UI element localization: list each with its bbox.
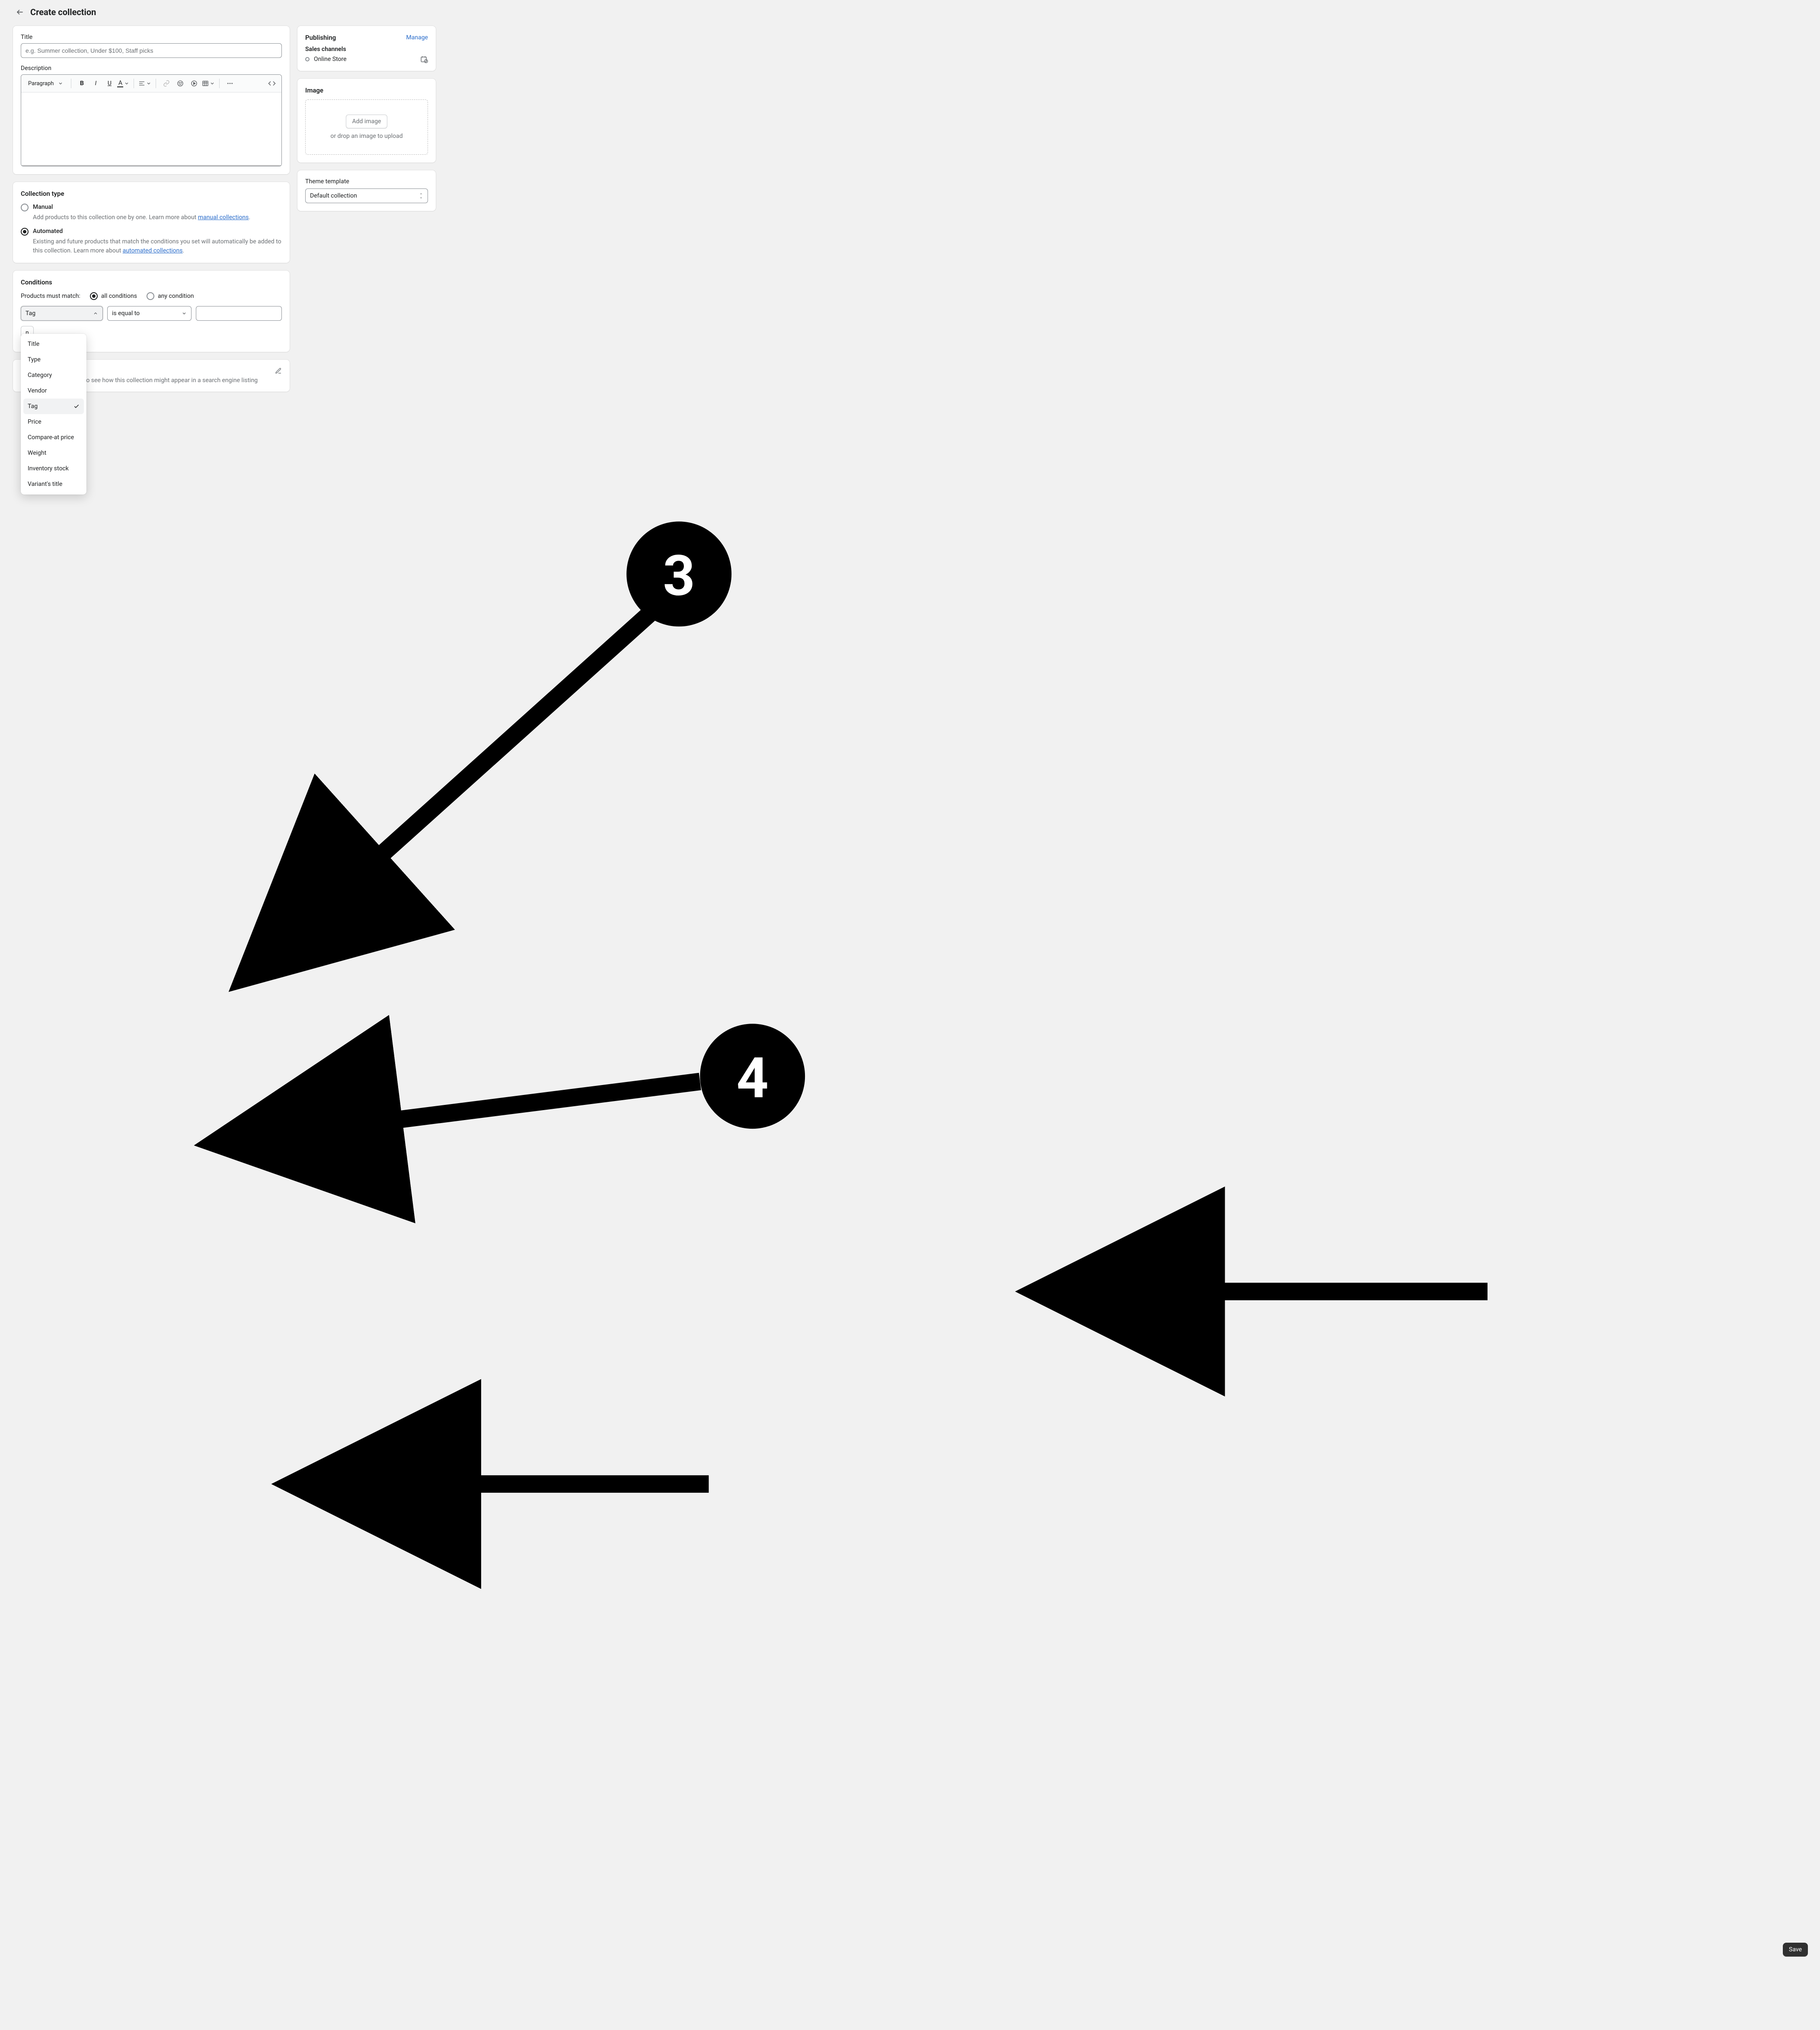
paragraph-select-label: Paragraph [28, 80, 54, 87]
condition-field-dropdown: Title Type Category Vendor Tag Price Compare-a… [21, 334, 86, 495]
paragraph-select[interactable]: Paragraph [25, 79, 67, 89]
conditions-heading: Conditions [21, 278, 282, 286]
condition-operator-value: is equal to [112, 310, 140, 317]
align-button[interactable] [138, 77, 151, 89]
dropdown-item-label: Type [28, 356, 41, 363]
dropdown-item-label: Variant's title [28, 481, 62, 488]
automated-help: Existing and future products that match … [33, 237, 282, 255]
manual-help: Add products to this collection one by o… [33, 213, 282, 222]
all-conditions-label: all conditions [101, 293, 137, 300]
dropdown-item[interactable]: Inventory stock [23, 461, 84, 476]
svg-text:3: 3 [663, 543, 695, 609]
manual-collections-link[interactable]: manual collections [198, 214, 249, 221]
dropdown-item[interactable]: Vendor [23, 383, 84, 399]
theme-template-card: Theme template Default collection [297, 170, 436, 211]
theme-template-select[interactable]: Default collection [305, 188, 428, 203]
condition-value-input[interactable] [196, 306, 282, 321]
automated-radio-label: Automated [33, 228, 63, 235]
any-condition-radio[interactable] [147, 292, 154, 300]
dropdown-item-label: Inventory stock [28, 465, 69, 472]
dropdown-item[interactable]: Type [23, 352, 84, 367]
table-button[interactable] [202, 77, 215, 89]
dropdown-item-label: Compare-at price [28, 434, 74, 441]
back-button[interactable] [16, 8, 24, 16]
automated-radio[interactable] [21, 228, 29, 236]
description-textarea[interactable] [21, 93, 281, 166]
select-chevrons-icon [419, 192, 423, 199]
svg-text:4: 4 [737, 1045, 769, 1111]
publishing-heading: Publishing [305, 34, 336, 41]
edit-seo-button[interactable] [275, 367, 282, 374]
save-button[interactable]: Save [1783, 1943, 1808, 1957]
any-condition-label: any condition [158, 293, 194, 300]
manage-link[interactable]: Manage [406, 34, 428, 41]
automated-collections-link[interactable]: automated collections [123, 247, 183, 254]
image-card: Image Add image or drop an image to uplo… [297, 79, 436, 163]
description-editor: Paragraph B I U A [21, 74, 282, 166]
image-dropzone[interactable]: Add image or drop an image to upload [305, 99, 428, 155]
title-input[interactable] [21, 43, 282, 58]
link-button[interactable] [160, 77, 172, 89]
check-icon [73, 403, 80, 409]
image-drop-hint: or drop an image to upload [310, 133, 423, 140]
title-description-card: Title Description Paragraph B I U [13, 26, 290, 174]
image-button[interactable] [174, 77, 186, 89]
title-label: Title [21, 34, 282, 41]
bold-button[interactable]: B [76, 77, 88, 89]
dropdown-item[interactable]: Title [23, 336, 84, 352]
dropdown-item-label: Tag [28, 403, 38, 410]
editor-toolbar: Paragraph B I U A [21, 75, 281, 93]
dropdown-item-label: Category [28, 372, 52, 379]
dropdown-item-label: Vendor [28, 387, 47, 394]
manual-radio-label: Manual [33, 204, 53, 211]
dropdown-item[interactable]: Variant's title [23, 476, 84, 492]
dropdown-item-label: Weight [28, 450, 46, 456]
more-button[interactable] [224, 77, 236, 89]
dropdown-item[interactable]: Price [23, 414, 84, 430]
add-image-button[interactable]: Add image [346, 115, 388, 128]
text-color-button[interactable]: A [117, 77, 129, 89]
conditions-card: Conditions Products must match: all cond… [13, 271, 290, 352]
condition-operator-select[interactable]: is equal to [107, 306, 192, 321]
channel-name: Online Store [314, 56, 347, 63]
image-heading: Image [305, 86, 428, 94]
dropdown-item[interactable]: Tag [23, 399, 84, 414]
page-title: Create collection [30, 7, 96, 17]
description-label: Description [21, 65, 282, 72]
dropdown-item[interactable]: Compare-at price [23, 430, 84, 445]
collection-type-heading: Collection type [21, 190, 282, 198]
match-label: Products must match: [21, 293, 80, 300]
theme-template-heading: Theme template [305, 178, 428, 185]
dropdown-item-label: Price [28, 418, 42, 425]
publishing-card: Publishing Manage Sales channels Online … [297, 26, 436, 71]
dropdown-item[interactable]: Weight [23, 445, 84, 461]
video-button[interactable] [188, 77, 200, 89]
channel-status-dot [305, 57, 310, 61]
all-conditions-radio[interactable] [90, 292, 98, 300]
dropdown-item[interactable]: Category [23, 367, 84, 383]
underline-button[interactable]: U [103, 77, 115, 89]
collection-type-card: Collection type Manual Add products to t… [13, 182, 290, 263]
manual-radio[interactable] [21, 204, 29, 211]
dropdown-item-label: Title [28, 341, 39, 348]
code-view-button[interactable] [266, 77, 278, 89]
theme-template-value: Default collection [310, 192, 357, 199]
schedule-icon[interactable] [420, 55, 428, 63]
italic-button[interactable]: I [89, 77, 102, 89]
condition-field-value: Tag [26, 310, 35, 317]
sales-channels-label: Sales channels [305, 46, 428, 53]
condition-field-select[interactable]: Tag [21, 306, 103, 321]
